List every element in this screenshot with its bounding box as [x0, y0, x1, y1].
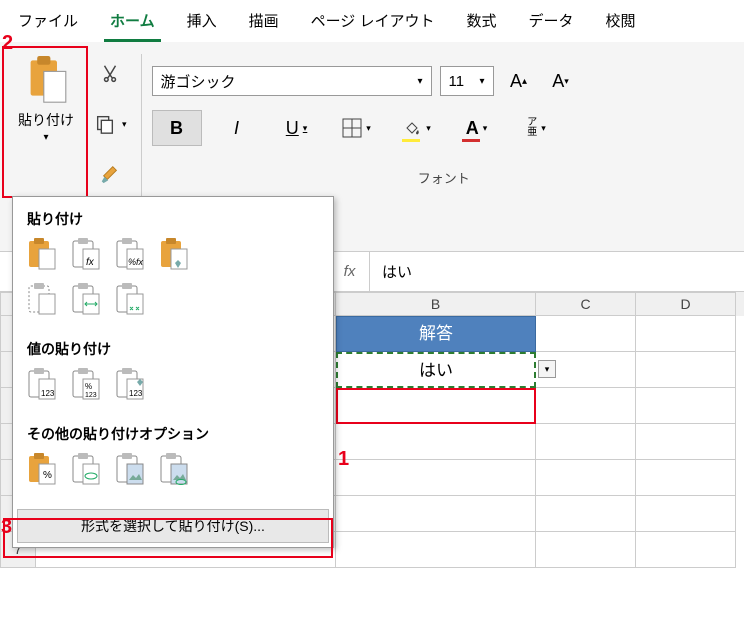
cell[interactable] [536, 316, 636, 352]
cell[interactable] [636, 496, 736, 532]
paste-options-menu: 貼り付け fx %fx 値の貼り付け 123 %123 123 その他の貼り付け… [12, 196, 334, 548]
tab-file[interactable]: ファイル [12, 6, 84, 42]
cell[interactable] [536, 496, 636, 532]
fill-color-button[interactable]: ▾ [392, 110, 442, 146]
paste-other-section-title: その他の貼り付けオプション [27, 424, 319, 444]
font-group-label: フォント [152, 168, 736, 187]
annotation-3: 3 [1, 516, 12, 539]
fx-icon[interactable]: fx [330, 252, 370, 291]
paste-label: 貼り付け [18, 110, 74, 130]
col-header-d[interactable]: D [636, 292, 736, 316]
cell-b-header[interactable]: 解答 [336, 316, 536, 352]
cell[interactable] [536, 460, 636, 496]
paste-values-icon[interactable]: 123 [27, 367, 57, 406]
paste-formulas-number-icon[interactable]: %fx [115, 237, 145, 276]
cell-b-selected[interactable] [336, 388, 536, 424]
font-size-select[interactable]: 11▾ [440, 66, 494, 96]
svg-text:123: 123 [129, 389, 143, 398]
phonetic-button[interactable]: ア亜▾ [512, 110, 562, 146]
col-header-c[interactable]: C [536, 292, 636, 316]
cell[interactable] [336, 496, 536, 532]
cell[interactable] [536, 388, 636, 424]
svg-text:123: 123 [85, 392, 97, 399]
cell[interactable] [636, 316, 736, 352]
annotation-2: 2 [2, 32, 13, 55]
copy-button[interactable]: ▾ [94, 106, 127, 142]
paste-formatting-icon[interactable]: % [27, 452, 57, 491]
cell[interactable] [536, 424, 636, 460]
paste-icon [24, 56, 68, 104]
cut-button[interactable] [99, 56, 121, 92]
svg-text:%: % [43, 470, 52, 481]
decrease-font-button[interactable]: A▾ [544, 66, 578, 96]
border-button[interactable]: ▾ [332, 110, 382, 146]
data-validation-dropdown-icon[interactable]: ▾ [538, 360, 556, 378]
underline-button[interactable]: U▾ [272, 110, 322, 146]
cell[interactable] [636, 388, 736, 424]
paste-transpose-icon[interactable] [115, 282, 145, 321]
increase-font-button[interactable]: A▴ [502, 66, 536, 96]
paste-section-title: 貼り付け [27, 209, 319, 229]
cell[interactable] [336, 532, 536, 568]
paste-source-formatting-icon[interactable] [159, 237, 189, 276]
tab-formula[interactable]: 数式 [460, 6, 502, 42]
tab-review[interactable]: 校閲 [600, 6, 642, 42]
paste-values-number-icon[interactable]: %123 [71, 367, 101, 406]
paste-special-menu-item[interactable]: 形式を選択して貼り付け(S)... [17, 509, 329, 543]
tab-data[interactable]: データ [523, 6, 580, 42]
cell[interactable] [636, 460, 736, 496]
cell[interactable] [636, 424, 736, 460]
paste-column-width-icon[interactable] [71, 282, 101, 321]
paste-formulas-icon[interactable]: fx [71, 237, 101, 276]
font-name-select[interactable]: 游ゴシック▾ [152, 66, 432, 96]
svg-text:%fx: %fx [128, 257, 144, 267]
paste-no-borders-icon[interactable] [27, 282, 57, 321]
paste-link-icon[interactable] [71, 452, 101, 491]
formula-input[interactable]: はい [370, 261, 424, 282]
annotation-1: 1 [338, 448, 349, 471]
tab-page-layout[interactable]: ページ レイアウト [305, 6, 441, 42]
cell[interactable] [336, 460, 536, 496]
paste-values-section-title: 値の貼り付け [27, 339, 319, 359]
chevron-down-icon: ▾ [43, 132, 48, 143]
col-header-b[interactable]: B [336, 292, 536, 316]
tab-draw[interactable]: 描画 [243, 6, 285, 42]
cell[interactable] [636, 532, 736, 568]
paste-values-format-icon[interactable]: 123 [115, 367, 145, 406]
cell-b-value[interactable]: はい▾ [336, 352, 536, 388]
cell[interactable] [536, 532, 636, 568]
italic-button[interactable]: I [212, 110, 262, 146]
tab-insert[interactable]: 挿入 [181, 6, 223, 42]
paste-picture-icon[interactable] [115, 452, 145, 491]
paste-linked-picture-icon[interactable] [159, 452, 189, 491]
bold-button[interactable]: B [152, 110, 202, 146]
svg-text:%: % [85, 382, 92, 391]
paste-all-icon[interactable] [27, 237, 57, 276]
format-painter-button[interactable] [99, 156, 121, 192]
svg-text:123: 123 [41, 389, 55, 398]
svg-text:fx: fx [86, 257, 95, 268]
font-color-button[interactable]: A▾ [452, 110, 502, 146]
cell[interactable] [636, 352, 736, 388]
ribbon-tabs: ファイル ホーム 挿入 描画 ページ レイアウト 数式 データ 校閲 [0, 0, 744, 42]
tab-home[interactable]: ホーム [104, 6, 161, 42]
cell[interactable] [336, 424, 536, 460]
